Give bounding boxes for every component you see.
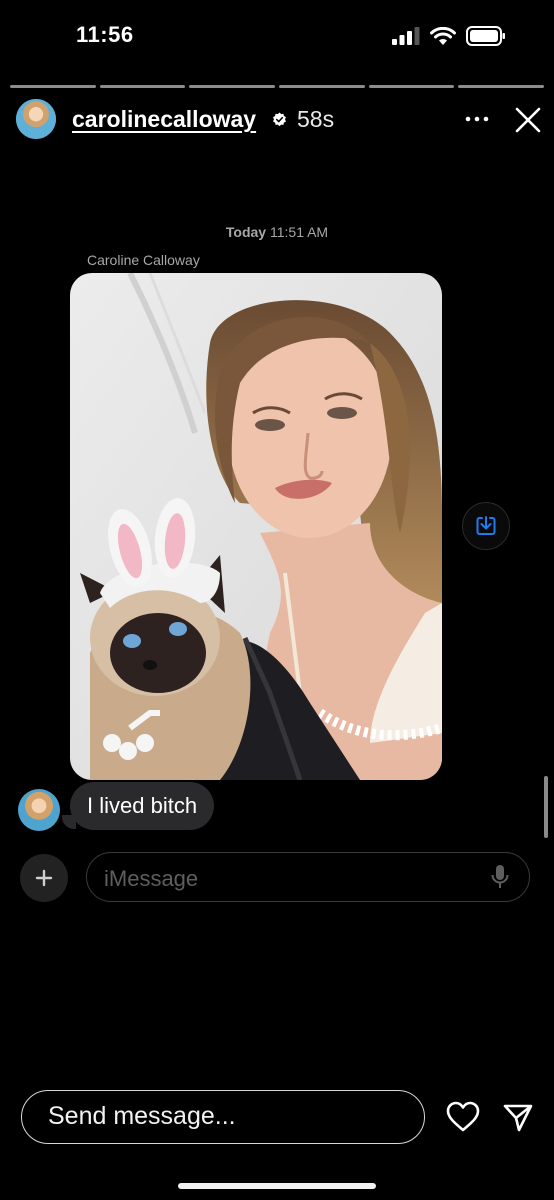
progress-segment (279, 85, 365, 88)
send-message-placeholder: Send message... (48, 1102, 236, 1130)
heart-icon[interactable] (446, 1101, 480, 1133)
photo-illustration (70, 273, 442, 780)
story-elapsed-time: 58s (297, 106, 335, 132)
progress-segment (99, 85, 186, 88)
progress-segment (368, 85, 455, 88)
verified-badge-icon (273, 112, 286, 127)
timestamp-time: 11:51 AM (269, 224, 329, 240)
progress-segment (189, 85, 276, 88)
download-icon (476, 516, 496, 535)
story-progress-bar (10, 85, 545, 88)
send-icon[interactable] (502, 1101, 534, 1133)
message-bubble[interactable]: I lived bitch (70, 782, 215, 830)
message-text: I lived bitch (87, 793, 198, 818)
shared-photo[interactable] (70, 273, 442, 780)
wifi-icon (430, 26, 456, 45)
story-username[interactable]: carolinecalloway (72, 106, 256, 133)
progress-segment (10, 85, 96, 88)
microphone-icon[interactable] (490, 864, 510, 890)
scrollbar[interactable] (544, 776, 548, 838)
imessage-placeholder: iMessage (104, 866, 199, 891)
sender-avatar[interactable] (18, 789, 60, 831)
battery-icon (466, 26, 505, 46)
status-time: 11:56 (76, 22, 134, 47)
more-options-icon[interactable] (465, 112, 489, 126)
status-icons (392, 26, 506, 46)
timestamp-day: Today (225, 224, 267, 240)
save-media-button[interactable] (462, 502, 510, 550)
plus-icon (35, 869, 53, 887)
chat-timestamp: Today 11:51 AM (0, 224, 554, 240)
story-avatar[interactable] (16, 99, 56, 139)
home-indicator[interactable] (178, 1183, 376, 1189)
add-attachment-button[interactable] (20, 854, 68, 902)
sender-name: Caroline Calloway (87, 252, 200, 268)
signal-icon (392, 27, 420, 45)
progress-segment (458, 85, 545, 88)
close-icon[interactable] (514, 106, 542, 134)
